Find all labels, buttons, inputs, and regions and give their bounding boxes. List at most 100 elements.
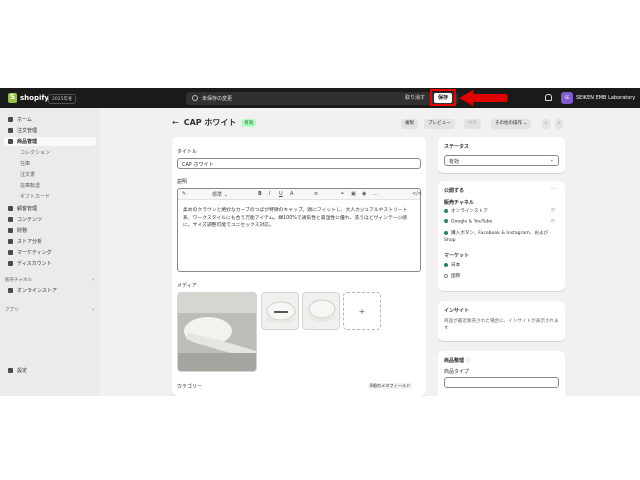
sidebar-item-label: コレクション xyxy=(20,150,51,156)
text-color-icon[interactable]: A xyxy=(290,191,293,197)
sidebar-item-finance[interactable]: 財務 xyxy=(4,226,96,235)
title-input[interactable]: CAP ホワイト xyxy=(177,158,421,169)
sidebar-item-label: 商品管理 xyxy=(17,139,38,145)
product-image-3[interactable] xyxy=(302,292,340,330)
italic-icon[interactable]: I xyxy=(269,191,270,197)
description-text: 柔めのクラウンと絶妙なカーブのつばが特徴のキャップ。頭にフィットし、大人カジュア… xyxy=(183,208,408,228)
align-icon[interactable]: ≡ xyxy=(314,191,318,197)
bell-icon[interactable] xyxy=(545,94,552,101)
sidebar-item-content[interactable]: コンテンツ xyxy=(4,215,96,224)
metafields-badge[interactable]: 8個のメタフィールド xyxy=(368,383,413,389)
magic-icon[interactable]: ✎ xyxy=(182,191,186,197)
status-card: ステータス 有効 ⌄ xyxy=(438,137,565,173)
home-icon xyxy=(8,117,13,122)
store-name: SEIKEN EMB Laboratory xyxy=(576,95,636,101)
sidebar-item-products[interactable]: 商品管理 xyxy=(4,137,96,146)
active-dot-icon xyxy=(444,262,448,267)
active-dot-icon xyxy=(444,208,448,213)
info-icon[interactable]: ⓘ xyxy=(466,358,471,364)
content-icon xyxy=(8,217,13,222)
sidebar-item-purchase-orders[interactable]: 注文書 xyxy=(4,170,96,179)
chevron-right-icon[interactable]: › xyxy=(92,277,94,283)
sidebar-item-transfers[interactable]: 在庫転送 xyxy=(4,181,96,190)
more-icon[interactable]: … xyxy=(373,191,378,197)
active-dot-icon xyxy=(444,219,448,223)
sidebar-item-label: ホーム xyxy=(17,117,32,123)
logo-text: shopify xyxy=(20,94,49,102)
sidebar-item-label: 財務 xyxy=(17,228,28,234)
cap-image xyxy=(308,299,336,322)
sidebar-item-settings[interactable]: 設定 xyxy=(4,366,96,375)
add-media-button[interactable]: + xyxy=(343,292,381,330)
organization-title: 商品整理 ⓘ xyxy=(444,357,471,364)
more-actions-button[interactable]: その他の操作 ⌄ xyxy=(491,119,532,129)
product-image-2[interactable] xyxy=(261,292,299,330)
format-select[interactable]: 標準 ⌄ xyxy=(212,191,228,198)
product-type-label: 商品タイプ xyxy=(444,369,470,375)
apps-heading[interactable]: アプリ xyxy=(5,307,19,313)
discard-button[interactable]: 取り消す xyxy=(405,94,425,101)
underline-icon[interactable]: U xyxy=(279,191,283,197)
shopify-logo[interactable]: shopify xyxy=(8,93,49,103)
edition-badge: 2025年冬 xyxy=(48,94,77,104)
channel-label: Google & YouTube xyxy=(451,219,493,225)
back-arrow-icon[interactable]: ← xyxy=(172,118,179,127)
sidebar-item-home[interactable]: ホーム xyxy=(4,115,96,124)
sidebar-item-gift-cards[interactable]: ギフトカード xyxy=(4,192,96,201)
tag-icon xyxy=(8,139,13,144)
bold-icon[interactable]: B xyxy=(258,191,262,197)
title-label: タイトル xyxy=(177,149,198,155)
image-icon[interactable]: ▣ xyxy=(351,191,356,197)
link-icon[interactable]: ⚭ xyxy=(340,191,344,197)
cap-image xyxy=(178,293,256,371)
sidebar-item-analytics[interactable]: ストア分析 xyxy=(4,237,96,246)
category-label: カテゴリー xyxy=(177,384,203,390)
next-product-button[interactable]: › xyxy=(555,119,563,129)
organization-title-text: 商品整理 xyxy=(444,358,465,364)
calendar-icon[interactable]: ◷ xyxy=(551,219,555,224)
sidebar-item-collections[interactable]: コレクション xyxy=(4,148,96,157)
active-dot-icon xyxy=(444,230,448,235)
chevron-right-icon[interactable]: › xyxy=(92,307,94,313)
more-actions-label: その他の操作 xyxy=(495,121,522,126)
sales-channels-heading[interactable]: 販売チャネル xyxy=(5,277,32,283)
description-editor[interactable]: ✎ 標準 ⌄ B I U A ≡ ⚭ ▣ ◉ … </> 柔めのクラウンと絶妙な… xyxy=(177,188,422,272)
channel-item: オンラインストア xyxy=(444,208,488,214)
cap-image xyxy=(266,301,296,323)
status-title: ステータス xyxy=(444,144,470,150)
sidebar-item-customers[interactable]: 顧客管理 xyxy=(4,204,96,213)
sidebar-item-marketing[interactable]: マーケティング xyxy=(4,248,96,257)
sidebar-item-label: 注文書 xyxy=(20,172,36,178)
sidebar-item-inventory[interactable]: 在庫 xyxy=(4,159,96,168)
insights-text: 商品が最近販売された場合に、インサイトが表示されます xyxy=(444,319,559,331)
sidebar-item-label: マーケティング xyxy=(17,250,52,256)
insights-card: インサイト 商品が最近販売された場合に、インサイトが表示されます xyxy=(438,301,565,341)
video-icon[interactable]: ◉ xyxy=(362,191,366,197)
share-button[interactable]: 共有 xyxy=(464,119,481,129)
status-select[interactable]: 有効 ⌄ xyxy=(444,155,559,166)
prev-product-button[interactable]: ‹ xyxy=(542,119,550,129)
select-chevron-icon: ⌄ xyxy=(549,157,554,163)
channel-item: 購入ボタン、Facebook & Instagram、および Shop xyxy=(444,230,556,244)
duplicate-button[interactable]: 複製 xyxy=(401,119,418,129)
discount-icon xyxy=(8,261,13,266)
calendar-icon[interactable]: ◷ xyxy=(551,208,555,213)
unsaved-text: 未保存の変更 xyxy=(202,96,233,102)
highlight-box xyxy=(430,89,456,106)
sidebar-item-discounts[interactable]: ディスカウント xyxy=(4,259,96,268)
code-icon[interactable]: </> xyxy=(412,191,422,197)
sidebar-item-label: ディスカウント xyxy=(17,261,52,267)
preview-button[interactable]: プレビュー xyxy=(424,119,455,129)
channel-label: 購入ボタン、Facebook & Instagram、および Shop xyxy=(444,231,549,243)
status-value: 有効 xyxy=(449,159,460,165)
market-item: 国際 xyxy=(444,273,460,279)
channel-item: Google & YouTube xyxy=(444,219,492,225)
sidebar-item-orders[interactable]: 注文管理 xyxy=(4,126,96,135)
publishing-more-icon[interactable]: ... xyxy=(551,186,555,191)
sidebar-item-online-store[interactable]: オンラインストア xyxy=(4,286,96,295)
product-type-input[interactable] xyxy=(444,377,559,388)
store-menu[interactable]: SE SEIKEN EMB Laboratory xyxy=(561,92,635,104)
store-icon xyxy=(8,288,13,293)
product-card: タイトル CAP ホワイト 説明 ✎ 標準 ⌄ B I U A ≡ ⚭ ▣ ◉ … xyxy=(172,137,426,396)
product-image-main[interactable] xyxy=(177,292,257,372)
